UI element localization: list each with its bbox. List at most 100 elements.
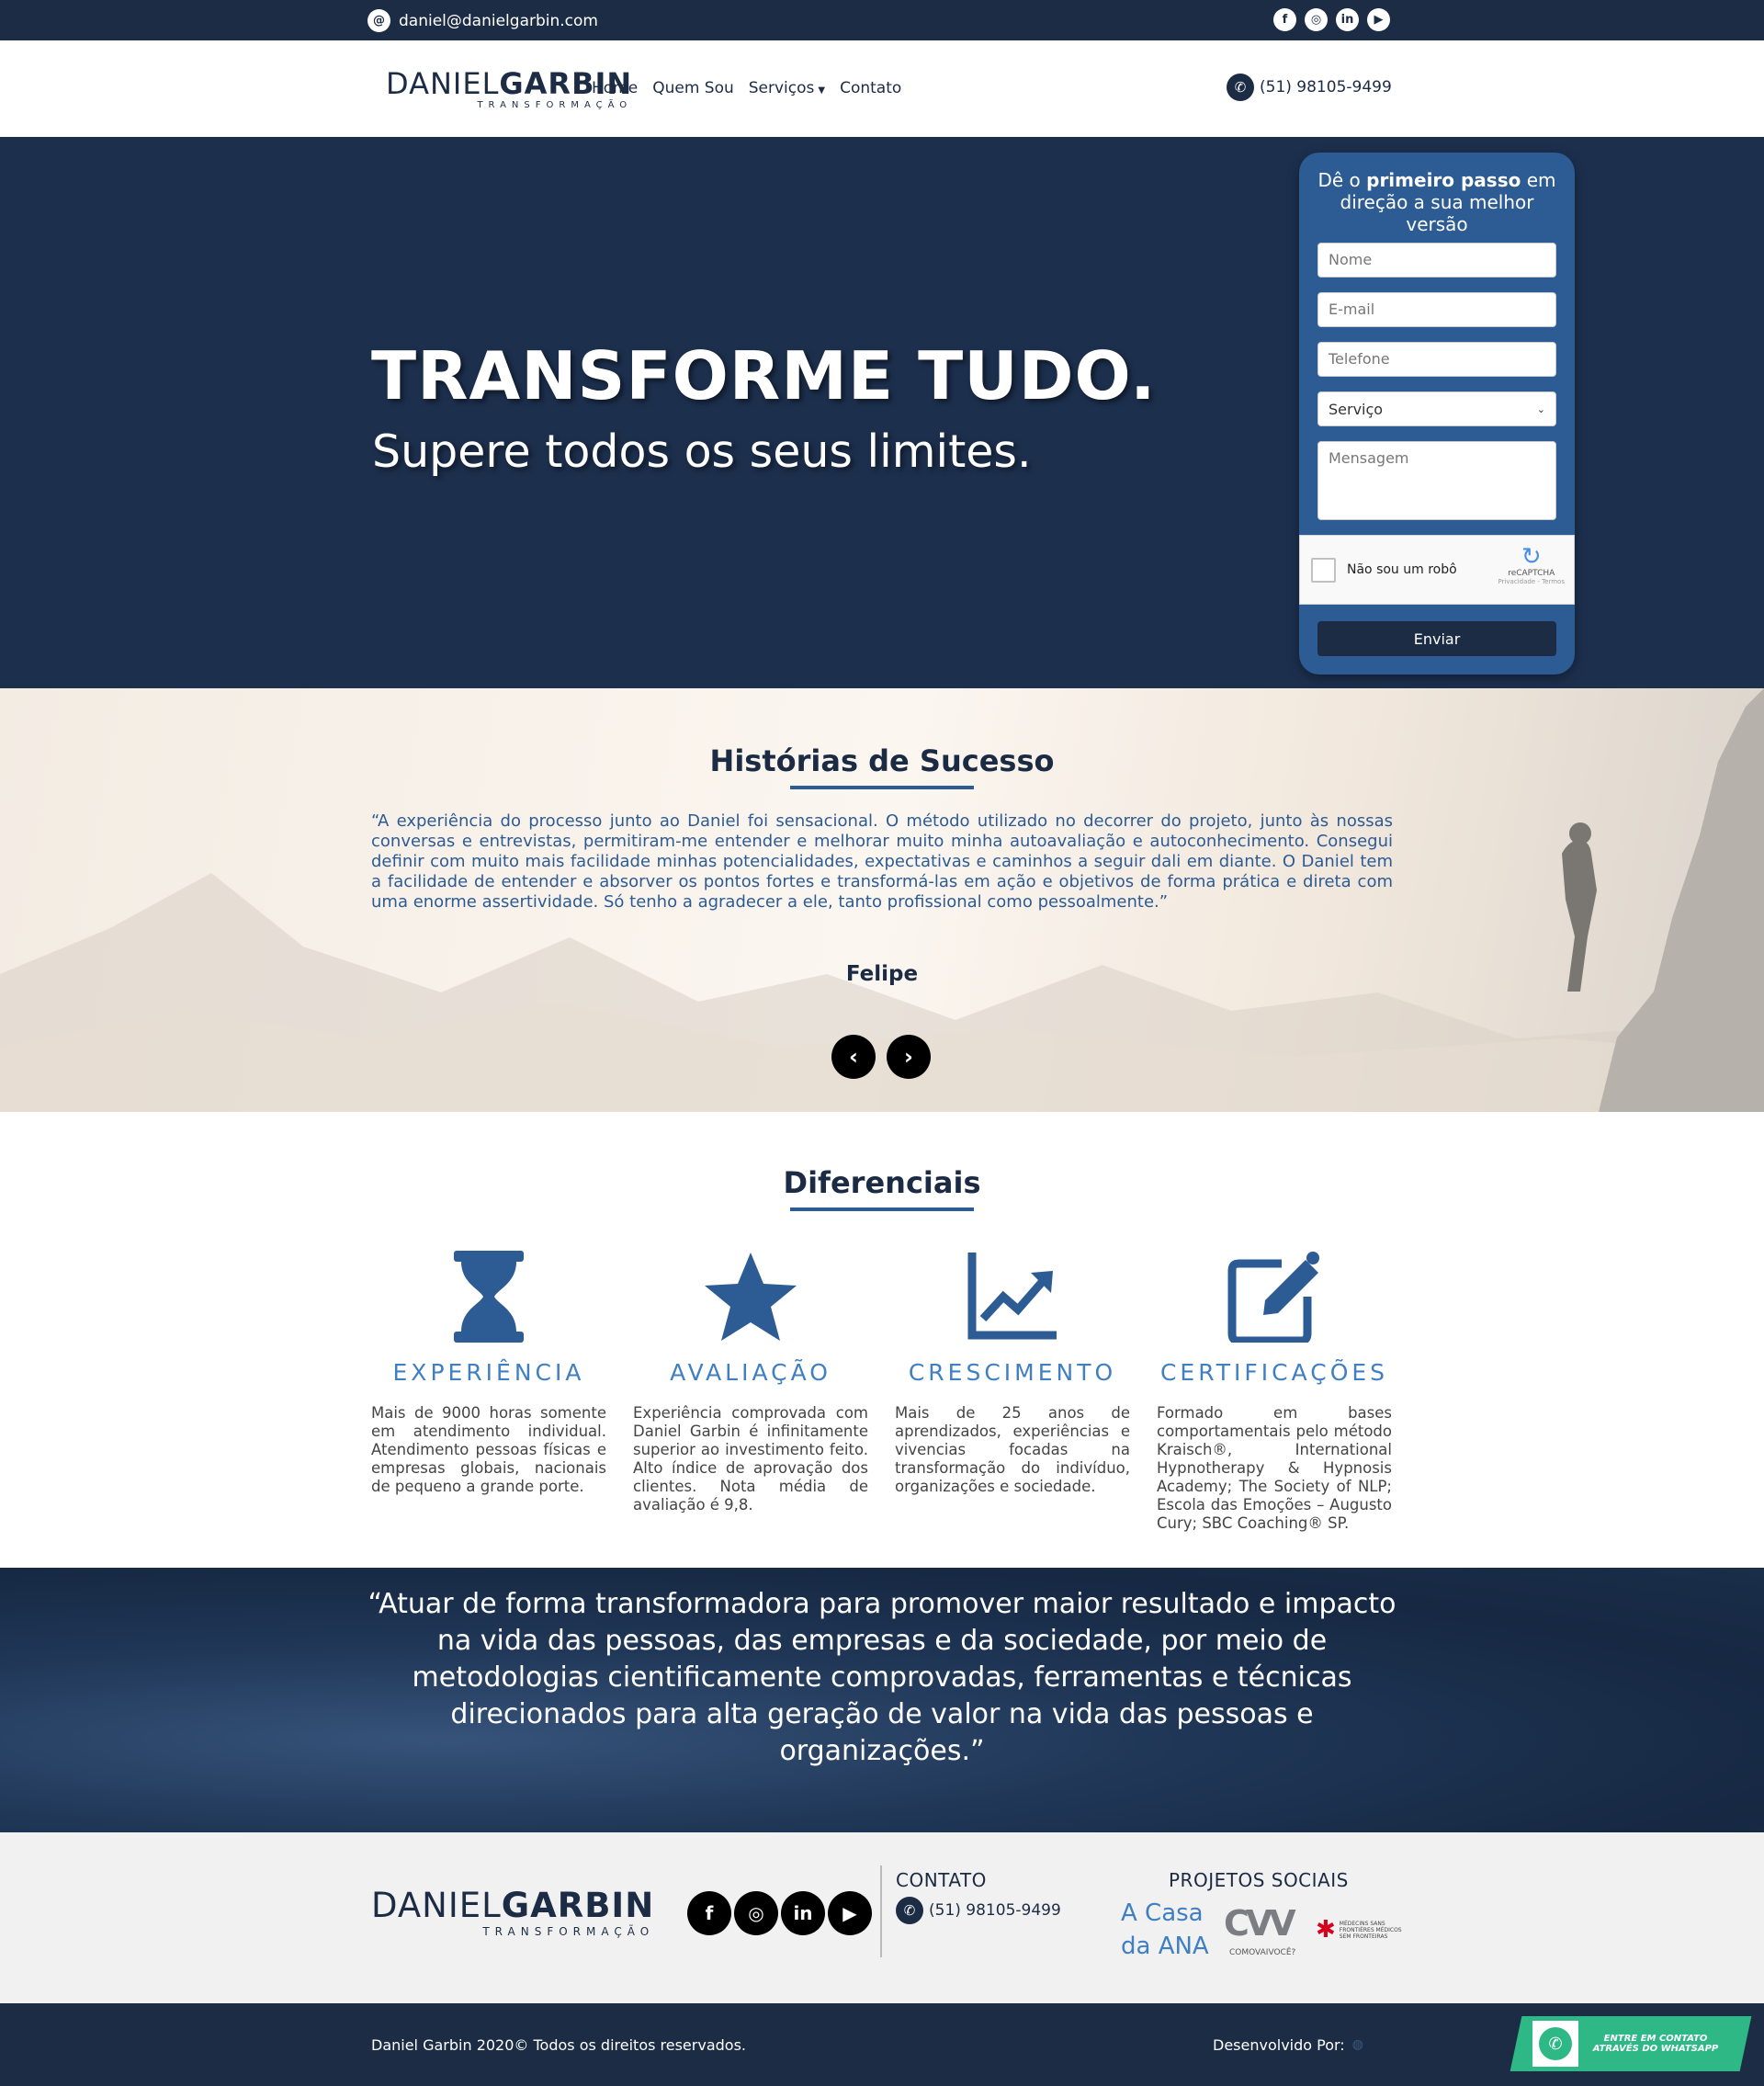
email-field-placeholder: E-mail [1329,300,1375,318]
facebook-icon[interactable]: f [1273,8,1296,31]
chart-line-icon [895,1248,1130,1344]
footer-logo-name-thin: DANIEL [371,1886,502,1925]
star-icon [633,1248,868,1344]
differential-text: Experiência comprovada com Daniel Garbin… [633,1404,868,1513]
recaptcha-logo: ↻ reCAPTCHA Privacidade - Termos [1498,545,1565,585]
project-msf-text: MÉDECINS SANS FRONTIÈRES MÉDICOS SEM FRO… [1339,1920,1402,1940]
nav-item-home[interactable]: Home [592,79,638,97]
recaptcha-label: Não sou um robô [1347,562,1457,577]
linkedin-icon[interactable]: in [781,1891,825,1935]
recaptcha-links[interactable]: Privacidade - Termos [1498,578,1565,585]
youtube-icon[interactable]: ▶ [828,1891,872,1935]
top-email-text[interactable]: daniel@danielgarbin.com [399,12,598,30]
testimonials-title-underline [790,786,974,789]
email-icon: @ [368,9,390,32]
service-select-value: Serviço [1329,400,1384,418]
recaptcha-icon: ↻ [1521,543,1542,571]
differential-card: CERTIFICAÇÕES Formado em bases comportam… [1157,1248,1392,1533]
top-bar: @ daniel@danielgarbin.com f ◎ in ▶ [0,0,1764,40]
differential-name: CERTIFICAÇÕES [1159,1359,1389,1386]
logo-tagline: TRANSFORMAÇÃO [477,100,633,110]
differential-text: Mais de 9000 horas somente em atendiment… [371,1404,606,1495]
mission-text: “Atuar de forma transformadora para prom… [368,1588,1396,1767]
project-msf-logo[interactable]: ✱ MÉDECINS SANS FRONTIÈRES MÉDICOS SEM F… [1316,1915,1408,1944]
edit-icon [1157,1248,1392,1344]
footer-contact-title: CONTATO [896,1869,987,1891]
form-title-bold: primeiro passo [1366,169,1521,191]
phone-field[interactable]: Telefone [1317,342,1556,377]
developer-logo-icon[interactable]: ◍ [1352,2037,1389,2054]
service-select[interactable]: Serviço ⌄ [1317,391,1556,426]
caret-down-icon: ▼ [818,85,826,96]
footer-phone-text[interactable]: (51) 98105-9499 [929,1901,1061,1920]
differential-card: CRESCIMENTO Mais de 25 anos de aprendiza… [895,1248,1130,1496]
instagram-icon[interactable]: ◎ [734,1891,778,1935]
nav-item-contato[interactable]: Contato [840,79,901,97]
msf-figure-icon: ✱ [1316,1915,1336,1944]
project-cvv-logo[interactable]: CVV COMOVAIVOCÊ? [1224,1902,1305,1957]
name-field[interactable]: Nome [1317,243,1556,278]
email-field[interactable]: E-mail [1317,292,1556,327]
footer-logo-name-bold: GARBIN [501,1886,655,1925]
differential-text: Formado em bases comportamentais pelo mé… [1157,1404,1392,1532]
message-field[interactable]: Mensagem [1317,441,1556,520]
hero-subtitle: Supere todos os seus limites. [372,425,1032,478]
hourglass-icon [371,1248,606,1344]
nav-item-servicos-label: Serviços [748,79,815,97]
differentials-title-underline [790,1207,974,1211]
phone-icon: ✆ [1227,74,1254,101]
chevron-left-icon: ‹ [849,1044,858,1070]
nav-menu: Home Quem Sou Serviços ▼ Contato [592,79,901,97]
recaptcha-brand: reCAPTCHA [1508,569,1555,578]
project-cvv-subtitle: COMOVAIVOCÊ? [1229,1948,1296,1957]
footer-phone[interactable]: ✆ (51) 98105-9499 [896,1897,1061,1924]
top-email[interactable]: @ daniel@danielgarbin.com [368,9,598,32]
footer-projects-title: PROJETOS SOCIAIS [1169,1869,1349,1891]
footer-divider [880,1865,882,1957]
bottom-bar: Daniel Garbin 2020© Todos os direitos re… [0,2003,1764,2086]
carousel-prev-button[interactable]: ‹ [831,1035,876,1079]
whatsapp-cta-text: ENTRE EM CONTATO ATRAVÉS DO WHATSAPP [1592,2034,1719,2054]
differential-card: AVALIAÇÃO Experiência comprovada com Dan… [633,1248,868,1514]
differentials-title: Diferenciais [783,1165,981,1200]
hero-title: TRANSFORME TUDO. [371,337,1157,414]
carousel-next-button[interactable]: › [887,1035,931,1079]
nav-phone-text[interactable]: (51) 98105-9499 [1260,78,1392,96]
footer-logo[interactable]: DANIELGARBIN TRANSFORMAÇÃO [371,1886,654,1938]
mission-section: “Atuar de forma transformadora para prom… [0,1568,1764,1832]
facebook-icon[interactable]: f [687,1891,731,1935]
logo-name-thin: DANIEL [386,66,500,101]
project-cvv-text: CVV [1224,1903,1296,1944]
whatsapp-badge: ✆ [1532,2021,1578,2067]
differential-text: Mais de 25 anos de aprendizados, experiê… [895,1404,1130,1495]
social-projects: A Casa da ANA CVV COMOVAIVOCÊ? ✱ MÉDECIN… [1121,1897,1408,1963]
recaptcha-checkbox[interactable] [1311,557,1336,583]
message-field-placeholder: Mensagem [1329,449,1409,467]
phone-icon: ✆ [896,1897,923,1924]
nav-item-servicos[interactable]: Serviços ▼ [749,79,825,97]
testimonials-title: Histórias de Sucesso [709,743,1055,778]
name-field-placeholder: Nome [1329,251,1373,268]
testimonial-author: Felipe [845,962,919,986]
chevron-down-icon: ⌄ [1536,402,1545,415]
youtube-icon[interactable]: ▶ [1367,8,1390,31]
whatsapp-cta-button[interactable]: ✆ ENTRE EM CONTATO ATRAVÉS DO WHATSAPP [1510,2016,1752,2071]
linkedin-icon[interactable]: in [1336,8,1359,31]
top-social-links: f ◎ in ▶ [1273,8,1390,31]
submit-button[interactable]: Enviar [1317,621,1556,656]
differential-name: EXPERIÊNCIA [392,1359,585,1386]
project-acasa-logo[interactable]: A Casa da ANA [1121,1897,1213,1963]
nav-phone[interactable]: ✆ (51) 98105-9499 [1227,74,1392,101]
testimonial-quote: “A experiência do processo junto ao Dani… [371,811,1393,912]
contact-form-card: Dê o primeiro passo em direção a sua mel… [1299,153,1575,675]
recaptcha-widget: Não sou um robô ↻ reCAPTCHA Privacidade … [1299,535,1575,605]
instagram-icon[interactable]: ◎ [1305,8,1328,31]
whatsapp-icon: ✆ [1539,2027,1572,2060]
differential-card: EXPERIÊNCIA Mais de 9000 horas somente e… [371,1248,606,1496]
testimonials-section: Histórias de Sucesso “A experiência do p… [0,688,1764,1112]
developer-credit[interactable]: Desenvolvido Por: ◍ [1213,2036,1389,2054]
chevron-right-icon: › [904,1044,913,1070]
differential-name: AVALIAÇÃO [670,1359,831,1386]
phone-field-placeholder: Telefone [1329,350,1390,368]
nav-item-quem-sou[interactable]: Quem Sou [652,79,734,97]
